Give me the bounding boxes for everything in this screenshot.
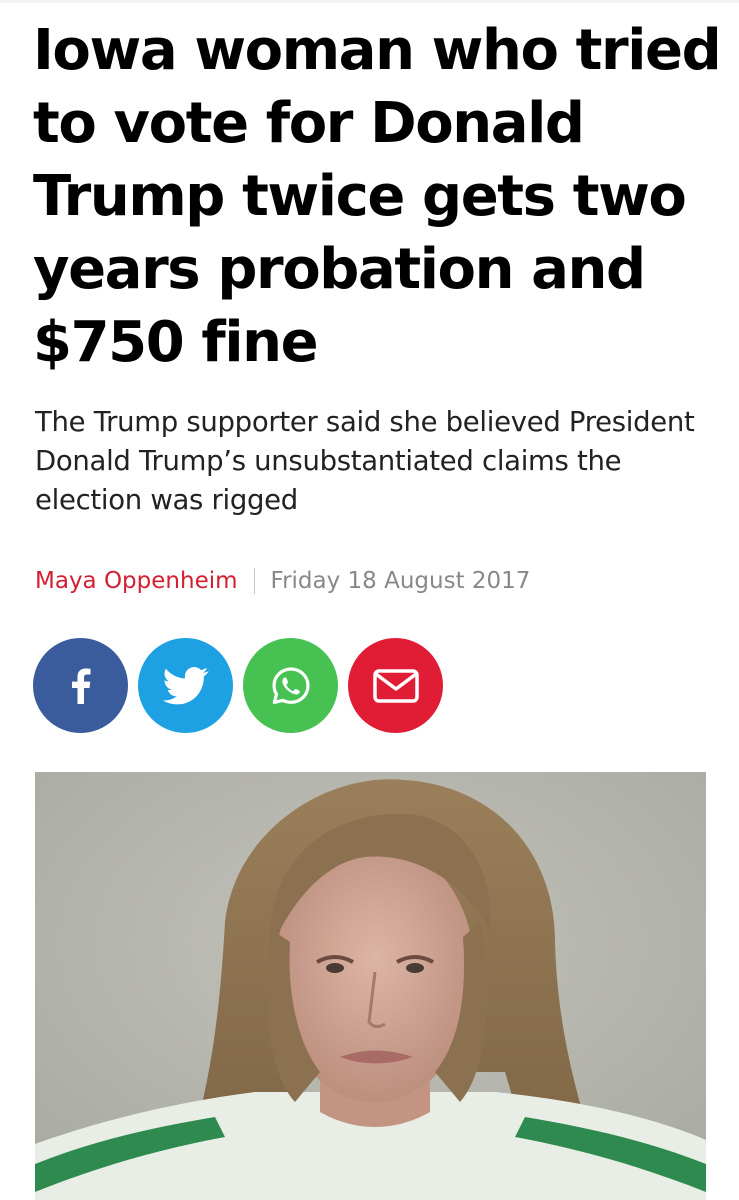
- byline-separator: [253, 568, 255, 594]
- article-standfirst: The Trump supporter said she believed Pr…: [35, 406, 695, 516]
- twitter-share-button[interactable]: [138, 638, 233, 733]
- author-link[interactable]: Maya Oppenheim: [35, 568, 238, 594]
- publish-date: Friday 18 August 2017: [270, 568, 531, 594]
- article-headline: Iowa woman who tried to vote for Donald …: [33, 18, 722, 375]
- facebook-share-button[interactable]: [33, 638, 128, 733]
- twitter-icon: [162, 666, 209, 704]
- top-divider: [0, 0, 739, 3]
- mugshot-photo: [35, 772, 706, 1200]
- email-share-button[interactable]: [348, 638, 443, 733]
- facebook-icon: [71, 668, 90, 704]
- whatsapp-icon: [271, 666, 310, 704]
- byline: Maya Oppenheim Friday 18 August 2017: [35, 563, 530, 599]
- mail-icon: [372, 668, 419, 703]
- share-buttons: [33, 638, 443, 733]
- whatsapp-share-button[interactable]: [243, 638, 338, 733]
